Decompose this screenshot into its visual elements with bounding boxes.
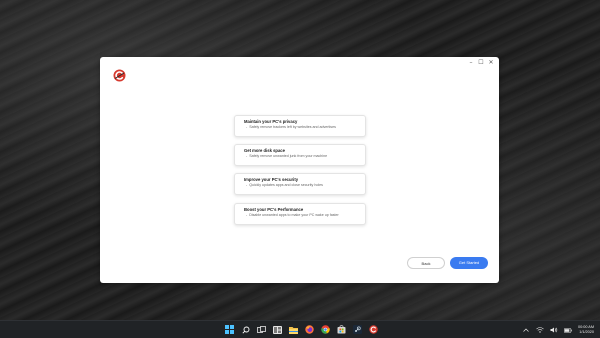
card-title: Maintain your PC's privacy [244, 119, 298, 124]
task-view-icon[interactable] [256, 324, 267, 335]
chevron-up-icon[interactable] [522, 326, 530, 334]
widgets-icon[interactable] [272, 324, 283, 335]
feature-card-privacy: Maintain your PC's privacy - Safely remov… [234, 115, 366, 137]
card-title: Get more disk space [244, 148, 285, 153]
wifi-icon[interactable] [536, 326, 544, 334]
taskbar-icons [224, 324, 379, 335]
feature-card-security: Improve your PC's security - Quickly upda… [234, 173, 366, 195]
feature-card-disk-space: Get more disk space - Safely remove unwan… [234, 144, 366, 166]
maximize-button[interactable]: ☐ [477, 59, 485, 67]
get-started-button[interactable]: Get Started [450, 257, 488, 269]
card-description: - Disable unwanted apps to make your PC w… [246, 213, 339, 217]
ccleaner-logo-icon [113, 69, 126, 82]
taskbar-clock[interactable]: 00:00 AM 1/1/2020 [578, 325, 594, 335]
card-title: Boost your PC's Performance [244, 207, 304, 212]
app-window: – ☐ ✕ Maintain your PC's privacy - Safely… [100, 57, 499, 283]
card-description: - Safely remove trackers left by websites… [246, 125, 336, 129]
card-description: - Quickly updates apps and close security… [246, 183, 323, 187]
windows-start-icon[interactable] [224, 324, 235, 335]
firefox-icon[interactable] [304, 324, 315, 335]
card-desc-text: Safely remove unwanted junk from your ma… [249, 154, 328, 158]
card-desc-text: Disable unwanted apps to make your PC wa… [249, 213, 339, 217]
close-button[interactable]: ✕ [487, 59, 495, 67]
battery-icon[interactable] [563, 326, 572, 334]
taskbar: 00:00 AM 1/1/2020 [0, 320, 600, 338]
feature-card-performance: Boost your PC's Performance - Disable unw… [234, 203, 366, 225]
minimize-button[interactable]: – [467, 59, 475, 67]
card-desc-text: Quickly updates apps and close security … [249, 183, 323, 187]
search-icon[interactable] [240, 324, 251, 335]
file-explorer-icon[interactable] [288, 324, 299, 335]
steam-icon[interactable] [352, 324, 363, 335]
card-desc-text: Safely remove trackers left by websites … [249, 125, 336, 129]
system-tray: 00:00 AM 1/1/2020 [522, 323, 594, 337]
clock-date: 1/1/2020 [579, 330, 594, 334]
window-controls: – ☐ ✕ [467, 59, 495, 67]
chrome-icon[interactable] [320, 324, 331, 335]
ccleaner-taskbar-icon[interactable] [368, 324, 379, 335]
card-description: - Safely remove unwanted junk from your m… [246, 154, 328, 158]
back-button[interactable]: Back [407, 257, 445, 269]
store-icon[interactable] [336, 324, 347, 335]
volume-icon[interactable] [550, 326, 558, 334]
card-title: Improve your PC's security [244, 177, 299, 182]
